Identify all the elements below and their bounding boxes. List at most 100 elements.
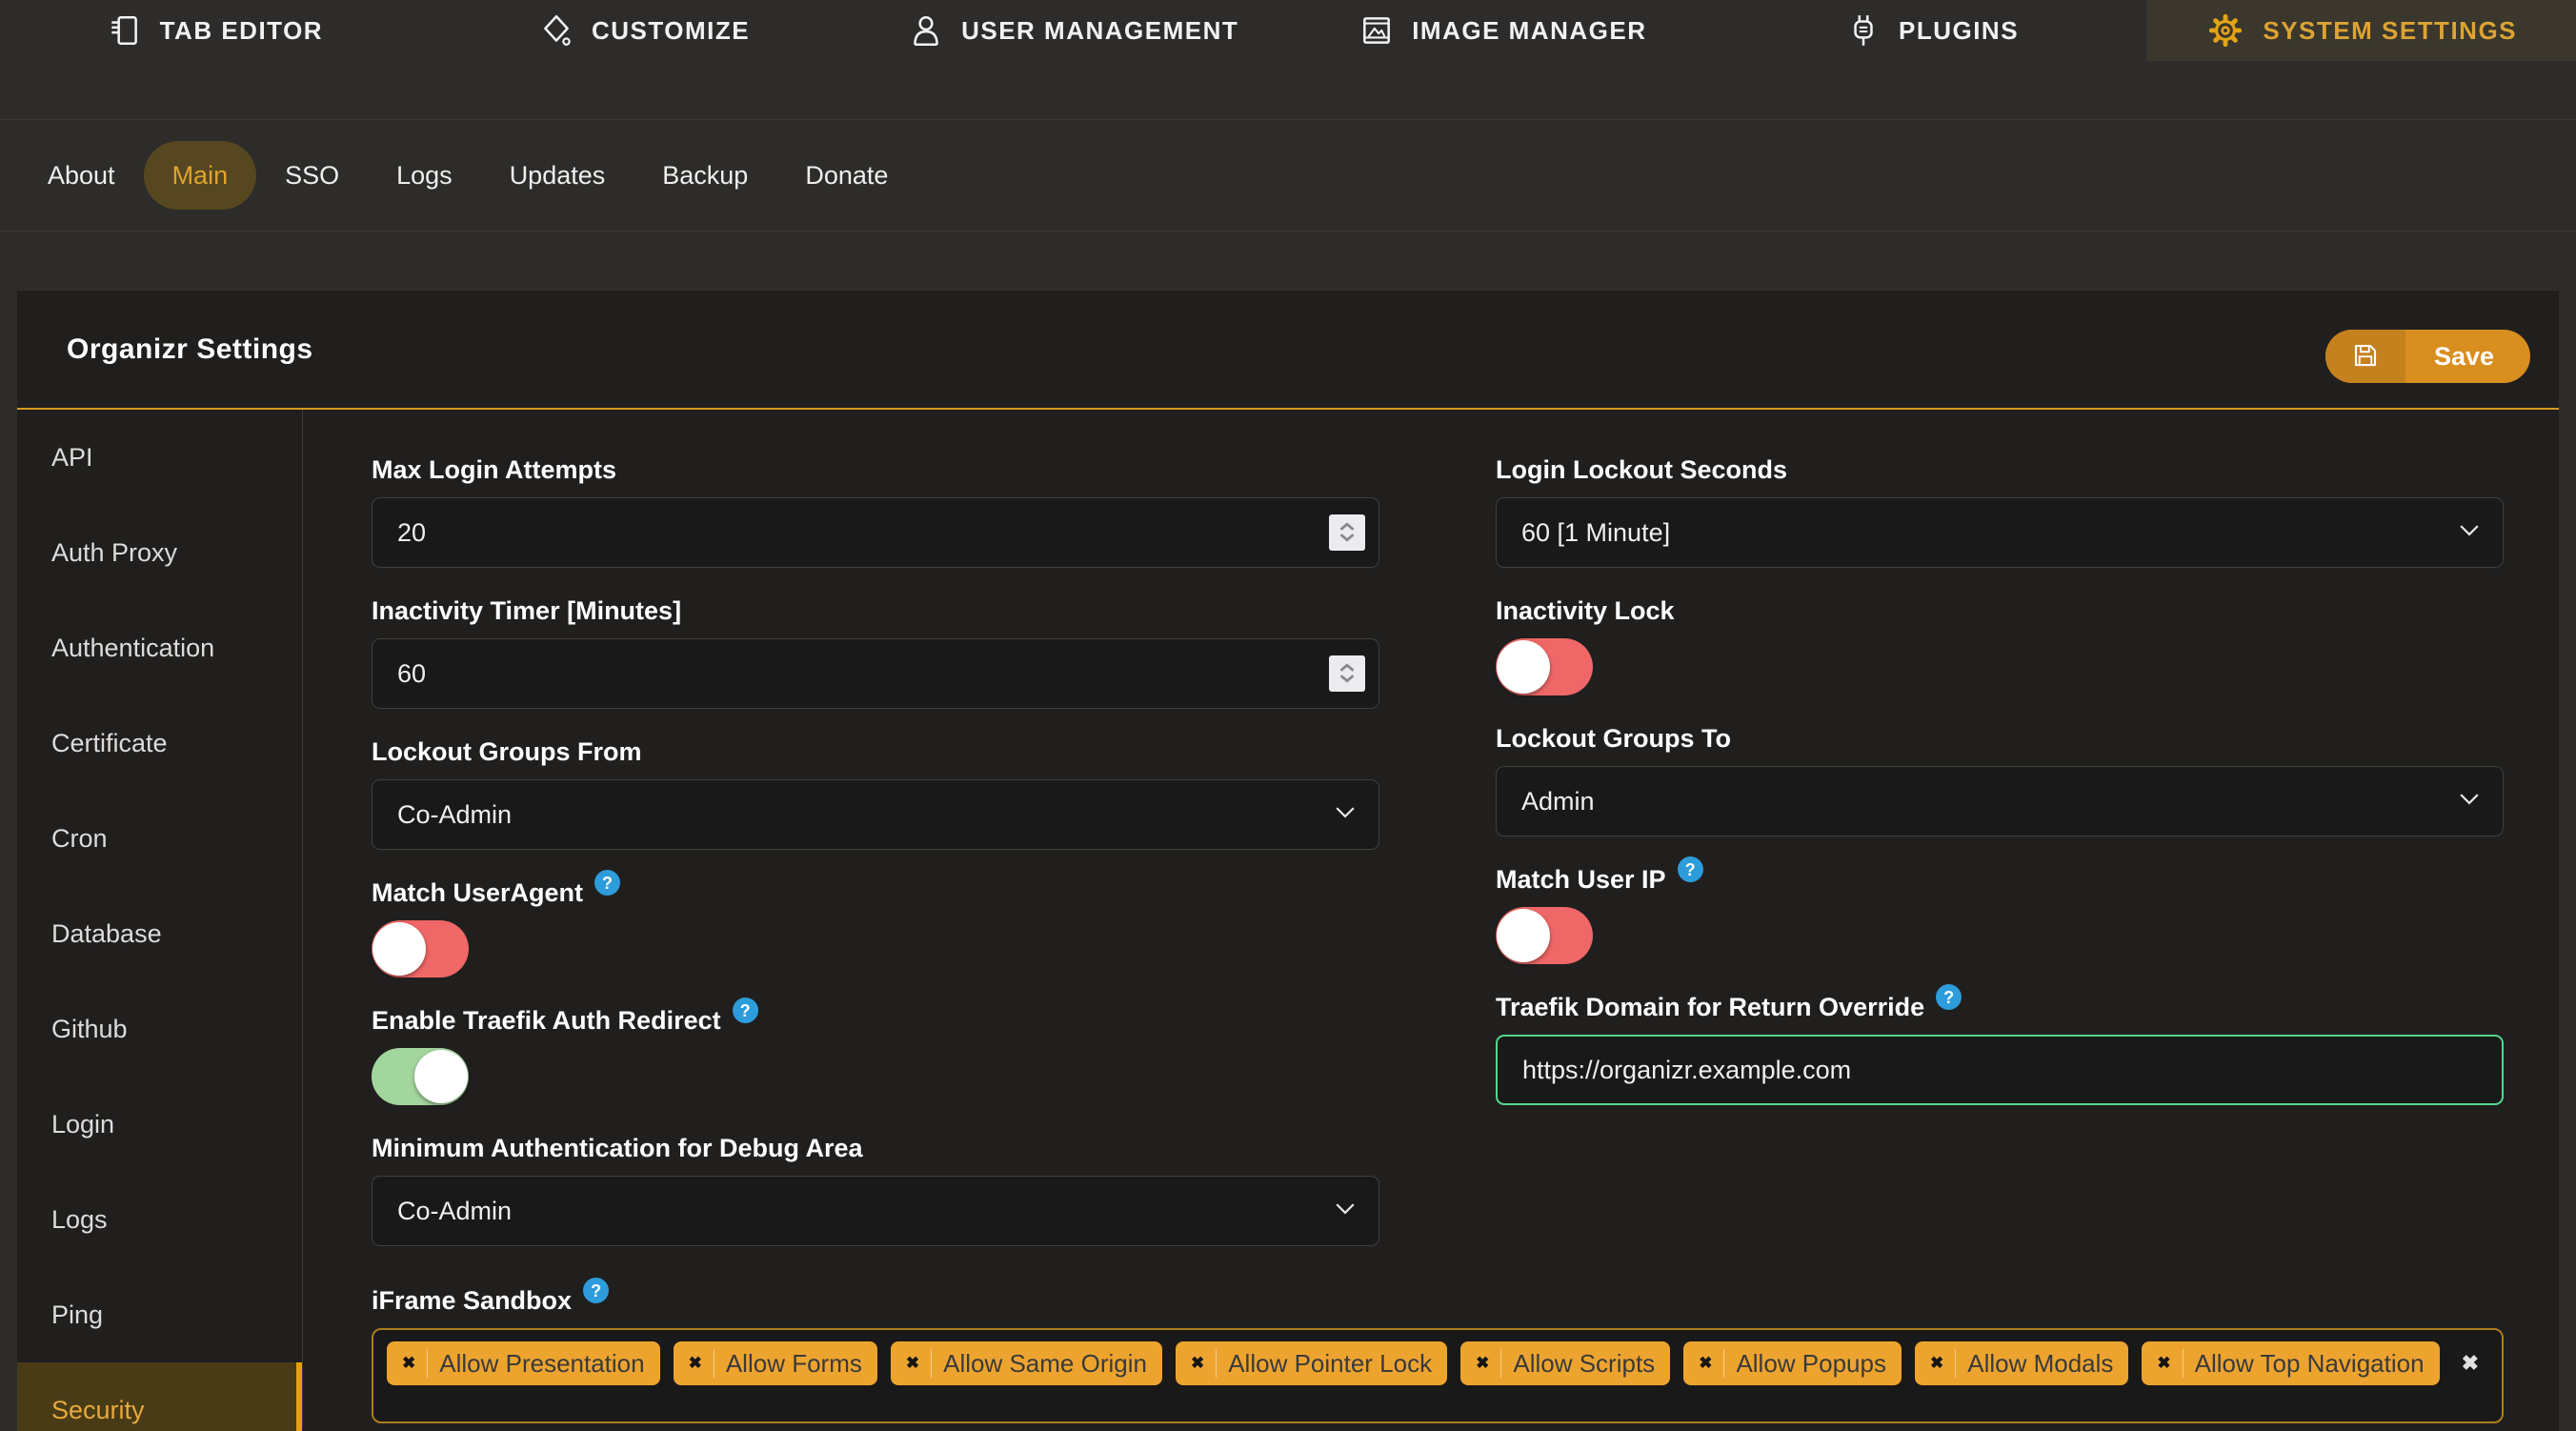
remove-tag-icon[interactable]: ✖ [906,1354,919,1373]
toggle-knob [414,1050,468,1103]
sandbox-tag-label: Allow Popups [1736,1348,1886,1378]
field-label-text: Lockout Groups From [372,737,642,766]
settings-tab[interactable]: About [19,141,144,210]
sidebar-item[interactable]: Ping [17,1267,302,1362]
field-max-login-attempts: Max Login Attempts [372,453,1379,568]
sandbox-tag-chip[interactable]: ✖ Allow Scripts [1460,1341,1671,1385]
settings-tab[interactable]: SSO [256,141,368,210]
field-match-useragent: Match UserAgent ? [372,870,1379,978]
sandbox-tag-chip[interactable]: ✖ Allow Popups [1683,1341,1902,1385]
inactivity-timer-input-wrap [372,638,1379,709]
field-label-text: Lockout Groups To [1496,724,1731,753]
sidebar-item[interactable]: Certificate [17,695,302,791]
field-label-text: Inactivity Lock [1496,596,1675,625]
sidebar-item[interactable]: Auth Proxy [17,505,302,600]
number-stepper[interactable] [1329,514,1365,551]
field-label-text: Enable Traefik Auth Redirect [372,1006,721,1035]
remove-tag-icon[interactable]: ✖ [1930,1354,1943,1373]
remove-tag-icon[interactable]: ✖ [1476,1354,1489,1373]
field-enable-traefik-auth-redirect: Enable Traefik Auth Redirect ? [372,998,1379,1105]
chip-divider [1955,1349,1957,1378]
traefik-domain-input[interactable] [1498,1037,2502,1103]
customize-icon [538,12,574,49]
help-icon[interactable]: ? [583,1278,610,1303]
remove-tag-icon[interactable]: ✖ [1191,1354,1204,1373]
settings-tab[interactable]: Updates [481,141,634,210]
login-lockout-seconds-select[interactable]: 60 [1 Minute] [1496,497,2504,568]
field-match-user-ip: Match User IP ? [1496,857,2504,964]
sandbox-tag-chip[interactable]: ✖ Allow Pointer Lock [1175,1341,1448,1385]
clear-all-tags-icon[interactable]: ✖ [2462,1351,2479,1376]
sidebar-item[interactable]: Logs [17,1172,302,1267]
field-inactivity-lock: Inactivity Lock [1496,595,2504,695]
sandbox-tag-chip[interactable]: ✖ Allow Presentation [387,1341,660,1385]
inactivity-lock-toggle[interactable] [1496,638,1593,695]
field-label: Lockout Groups To [1496,722,2504,755]
toggle-knob [372,922,426,976]
sidebar-item[interactable]: Login [17,1077,302,1172]
enable-traefik-auth-redirect-toggle[interactable] [372,1048,469,1105]
settings-tab[interactable]: Main [143,141,257,210]
select-value: Co-Admin [397,799,513,829]
nav-item-tab-editor[interactable]: TAB EDITOR [0,0,430,61]
sandbox-tag-chip[interactable]: ✖ Allow Top Navigation [2142,1341,2440,1385]
sandbox-tag-label: Allow Modals [1967,1348,2114,1378]
form-column-left: Max Login Attempts 20 Inactivity Timer [… [372,453,1379,1273]
sidebar-item[interactable]: Security [17,1362,302,1431]
lockout-groups-to-select[interactable]: Admin [1496,766,2504,836]
max-login-attempts-input[interactable] [372,498,1379,567]
sandbox-tag-chip[interactable]: ✖ Allow Modals [1914,1341,2129,1385]
field-label-text: Minimum Authentication for Debug Area [372,1134,863,1162]
match-user-ip-toggle[interactable] [1496,907,1593,964]
inactivity-timer-input[interactable] [372,639,1379,708]
settings-tabs: About Main SSO Logs Updates Backup Donat… [19,141,916,210]
sidebar-item[interactable]: Authentication [17,600,302,695]
sidebar-item[interactable]: Database [17,886,302,981]
field-label: Enable Traefik Auth Redirect ? [372,998,1379,1037]
remove-tag-icon[interactable]: ✖ [689,1354,702,1373]
help-icon[interactable]: ? [594,870,621,896]
remove-tag-icon[interactable]: ✖ [2157,1354,2170,1373]
nav-item-user-management[interactable]: USER MANAGEMENT [858,0,1288,61]
nav-item-system-settings[interactable]: SYSTEM SETTINGS [2146,0,2576,61]
remove-tag-icon[interactable]: ✖ [1699,1354,1712,1373]
sandbox-tags: ✖ Allow Presentation ✖ Allow Forms ✖ All… [387,1341,2440,1385]
select-value: Admin [1521,786,1595,816]
sidebar-item[interactable]: Github [17,981,302,1077]
iframe-sandbox-multiselect[interactable]: ✖ Allow Presentation ✖ Allow Forms ✖ All… [372,1328,2504,1423]
sidebar-item[interactable]: API [17,410,302,505]
number-stepper[interactable] [1329,655,1365,692]
settings-tab-label: Main [171,160,229,190]
sandbox-tag-chip[interactable]: ✖ Allow Same Origin [890,1341,1162,1385]
nav-item-image-manager[interactable]: IMAGE MANAGER [1288,0,1718,61]
max-login-attempts-input-wrap [372,497,1379,568]
settings-tab[interactable]: Backup [634,141,776,210]
field-label-text: Match UserAgent [372,878,584,907]
help-icon[interactable]: ? [1936,984,1962,1010]
field-label-text: Match User IP [1496,865,1666,894]
select-value: 60 [1 Minute] [1521,517,1671,547]
page-title: Organizr Settings [67,333,313,365]
chip-divider [427,1349,429,1378]
field-min-auth-debug: Minimum Authentication for Debug Area Co… [372,1132,1379,1246]
sidebar-item[interactable]: Cron [17,791,302,886]
help-icon[interactable]: ? [732,998,758,1023]
sandbox-tag-chip[interactable]: ✖ Allow Forms [673,1341,877,1385]
help-icon[interactable]: ? [1677,857,1703,882]
settings-tab[interactable]: Logs [368,141,481,210]
toggle-knob [1497,909,1550,962]
panel-header: Organizr Settings Save [17,291,2559,410]
nav-item-label: CUSTOMIZE [591,15,751,45]
settings-tab-label: Logs [396,160,453,190]
min-auth-debug-select[interactable]: Co-Admin [372,1176,1379,1246]
settings-sidebar: API Auth Proxy Authentication Certificat… [17,410,303,1431]
settings-tab[interactable]: Donate [776,141,916,210]
match-useragent-toggle[interactable] [372,920,469,978]
remove-tag-icon[interactable]: ✖ [402,1354,415,1373]
field-label: Lockout Groups From [372,736,1379,768]
lockout-groups-from-select[interactable]: Co-Admin [372,779,1379,850]
nav-item-customize[interactable]: CUSTOMIZE [430,0,859,61]
nav-item-plugins[interactable]: PLUGINS [1718,0,2147,61]
save-button[interactable]: Save [2324,330,2530,383]
top-navigation: TAB EDITOR CUSTOMIZE USER MANAGEMENT IMA… [0,0,2576,61]
